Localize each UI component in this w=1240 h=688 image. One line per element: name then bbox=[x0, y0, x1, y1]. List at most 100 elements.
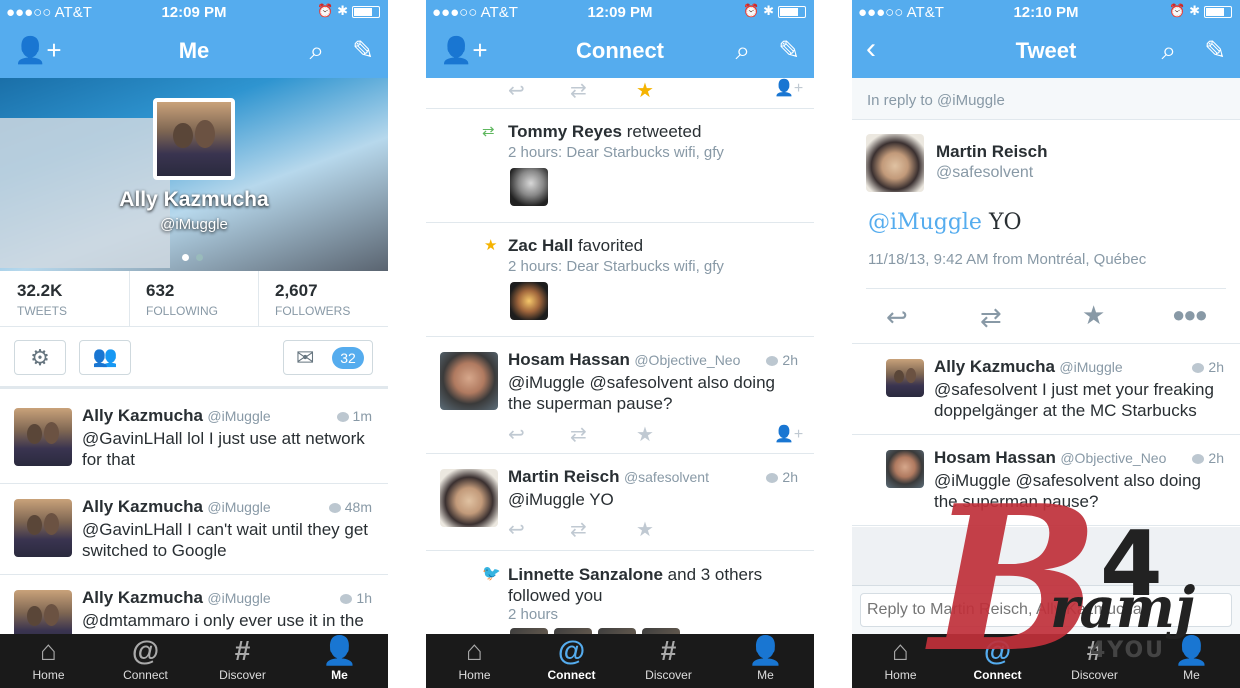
reply-bubble-icon bbox=[328, 503, 341, 514]
tweet-author-name[interactable]: Martin Reisch bbox=[936, 142, 1047, 162]
tweet-row[interactable]: Hosam Hassan @Objective_Neo 2h @iMuggle … bbox=[426, 338, 814, 454]
search-icon[interactable]: ⌕ bbox=[1161, 35, 1176, 67]
battery-icon: ⏰ ✱ bbox=[743, 3, 806, 19]
tab-connect[interactable]: @ Connect bbox=[523, 634, 620, 688]
retweet-icon[interactable]: ⇄ bbox=[980, 302, 1002, 333]
compose-icon[interactable]: ✎ bbox=[352, 35, 374, 66]
tweet-mention-link[interactable]: @iMuggle bbox=[868, 210, 982, 235]
retweet-icon[interactable]: ⇄ bbox=[570, 78, 587, 103]
stats-row: 32.2K TWEETS 632 FOLLOWING 2,607 FOLLOWE… bbox=[0, 271, 388, 327]
tab-me[interactable]: 👤 Me bbox=[1143, 634, 1240, 688]
reply-row[interactable]: Ally Kazmucha @iMuggle 2h @safesolvent I… bbox=[852, 345, 1240, 435]
avatar[interactable] bbox=[153, 98, 235, 180]
tweet-row[interactable]: Ally Kazmucha @iMuggle 1m @GavinLHall lo… bbox=[0, 390, 388, 484]
reply-icon[interactable]: ↩ bbox=[508, 78, 525, 103]
in-reply-label: In reply to @iMuggle bbox=[867, 92, 1005, 109]
star-icon[interactable]: ★ bbox=[1082, 300, 1105, 331]
tab-discover[interactable]: # Discover bbox=[1046, 634, 1143, 688]
messages-button[interactable]: ✉ 32 bbox=[283, 340, 373, 375]
tab-me[interactable]: 👤 Me bbox=[291, 634, 388, 688]
tab-label: Discover bbox=[1071, 668, 1118, 682]
reply-input[interactable] bbox=[860, 593, 1232, 627]
avatar[interactable] bbox=[14, 408, 72, 466]
activity-actor[interactable]: Linnette Sanzalone bbox=[508, 565, 663, 584]
avatar[interactable] bbox=[866, 134, 924, 192]
retweet-icon[interactable]: ⇄ bbox=[570, 517, 587, 542]
reply-icon[interactable]: ↩ bbox=[886, 302, 908, 333]
page-title: Connect bbox=[576, 38, 664, 63]
activity-subtext: 2 hours: Dear Starbucks wifi, gfy bbox=[508, 144, 724, 161]
activity-row[interactable]: 🐦 Linnette Sanzalone and 3 others follow… bbox=[426, 552, 814, 634]
battery-icon: ⏰ ✱ bbox=[317, 3, 380, 19]
stat-value: 32.2K bbox=[17, 281, 63, 300]
tweet-time: 2h bbox=[1192, 359, 1224, 375]
tab-me[interactable]: 👤 Me bbox=[717, 634, 814, 688]
tweet-author-name[interactable]: Ally Kazmucha bbox=[82, 588, 203, 607]
tweet-author-handle: @Objective_Neo bbox=[1060, 450, 1167, 466]
compose-icon[interactable]: ✎ bbox=[1204, 35, 1226, 66]
star-icon[interactable]: ★ bbox=[636, 517, 654, 542]
lists-button[interactable]: 👥 bbox=[79, 340, 131, 375]
tweet-author-name[interactable]: Hosam Hassan bbox=[508, 350, 630, 369]
people-icon: 👥 bbox=[92, 346, 118, 368]
stat-following[interactable]: 632 FOLLOWING bbox=[130, 271, 259, 327]
search-icon[interactable]: ⌕ bbox=[309, 35, 324, 67]
settings-button[interactable]: ⚙ bbox=[14, 340, 66, 375]
activity-row[interactable]: ⇄ Tommy Reyes retweeted 2 hours: Dear St… bbox=[426, 110, 814, 223]
search-icon[interactable]: ⌕ bbox=[735, 35, 750, 67]
tweet-author-name[interactable]: Martin Reisch bbox=[508, 467, 619, 486]
tweet-author-name[interactable]: Ally Kazmucha bbox=[82, 406, 203, 425]
tweet-row[interactable]: Ally Kazmucha @iMuggle 1h @dmtammaro i o… bbox=[0, 576, 388, 634]
avatar[interactable] bbox=[510, 168, 548, 206]
star-icon[interactable]: ★ bbox=[636, 78, 654, 103]
tweet-author-name[interactable]: Hosam Hassan bbox=[934, 448, 1056, 467]
in-reply-header[interactable]: In reply to @iMuggle bbox=[852, 78, 1240, 120]
tab-label: Home bbox=[884, 668, 917, 682]
reply-row[interactable]: Hosam Hassan @Objective_Neo 2h @iMuggle … bbox=[852, 436, 1240, 526]
reply-icon[interactable]: ↩ bbox=[508, 422, 525, 447]
tweet-author-name[interactable]: Ally Kazmucha bbox=[934, 357, 1055, 376]
avatar[interactable] bbox=[886, 450, 924, 488]
activity-row[interactable]: ★ Zac Hall favorited 2 hours: Dear Starb… bbox=[426, 224, 814, 337]
tweet-time: 1h bbox=[340, 590, 372, 606]
stat-followers[interactable]: 2,607 FOLLOWERS bbox=[259, 271, 388, 327]
tab-connect[interactable]: @ Connect bbox=[97, 634, 194, 688]
profile-handle: @iMuggle bbox=[160, 216, 228, 233]
tweet-author-name[interactable]: Ally Kazmucha bbox=[82, 497, 203, 516]
activity-actor[interactable]: Tommy Reyes bbox=[508, 122, 622, 141]
more-icon[interactable]: ●●● bbox=[1172, 302, 1208, 328]
tab-label: Home bbox=[32, 668, 65, 682]
star-icon: ★ bbox=[484, 237, 498, 254]
tab-connect[interactable]: @ Connect bbox=[949, 634, 1046, 688]
tab-home[interactable]: ⌂ Home bbox=[852, 634, 949, 688]
avatar[interactable] bbox=[14, 499, 72, 557]
me-screen: ●●●○○ AT&T 12:09 PM ⏰ ✱ 👤+ Me ⌕ ✎ Ally K… bbox=[0, 0, 388, 688]
nav-bar: 👤+ Connect ⌕ ✎ bbox=[426, 24, 814, 78]
avatar[interactable] bbox=[440, 352, 498, 410]
retweet-icon[interactable]: ⇄ bbox=[570, 422, 587, 447]
tab-bar: ⌂ Home @ Connect # Discover 👤 Me bbox=[0, 634, 388, 688]
connect-screen: ●●●○○ AT&T 12:09 PM ⏰ ✱ 👤+ Connect ⌕ ✎ ↩… bbox=[426, 0, 814, 688]
page-dots[interactable] bbox=[182, 248, 204, 266]
compose-icon[interactable]: ✎ bbox=[778, 35, 800, 66]
avatar[interactable] bbox=[510, 282, 548, 320]
star-icon[interactable]: ★ bbox=[636, 422, 654, 447]
stat-tweets[interactable]: 32.2K TWEETS bbox=[0, 271, 130, 327]
tweet-author-handle: @iMuggle bbox=[207, 590, 271, 606]
home-icon: ⌂ bbox=[892, 635, 909, 666]
tweet-row[interactable]: Martin Reisch @safesolvent 2h @iMuggle Y… bbox=[426, 455, 814, 551]
tab-discover[interactable]: # Discover bbox=[620, 634, 717, 688]
reply-icon[interactable]: ↩ bbox=[508, 517, 525, 542]
tab-discover[interactable]: # Discover bbox=[194, 634, 291, 688]
tab-home[interactable]: ⌂ Home bbox=[426, 634, 523, 688]
nav-bar: 👤+ Me ⌕ ✎ bbox=[0, 24, 388, 78]
follow-icon[interactable]: 👤+ bbox=[774, 78, 803, 98]
avatar[interactable] bbox=[886, 359, 924, 397]
avatar[interactable] bbox=[14, 590, 72, 634]
tweet-row[interactable]: Ally Kazmucha @iMuggle 48m @GavinLHall I… bbox=[0, 485, 388, 575]
follow-icon[interactable]: 👤+ bbox=[774, 424, 803, 444]
status-bar: ●●●○○ AT&T 12:09 PM ⏰ ✱ bbox=[0, 0, 388, 24]
avatar[interactable] bbox=[440, 469, 498, 527]
tab-home[interactable]: ⌂ Home bbox=[0, 634, 97, 688]
activity-actor[interactable]: Zac Hall bbox=[508, 236, 573, 255]
